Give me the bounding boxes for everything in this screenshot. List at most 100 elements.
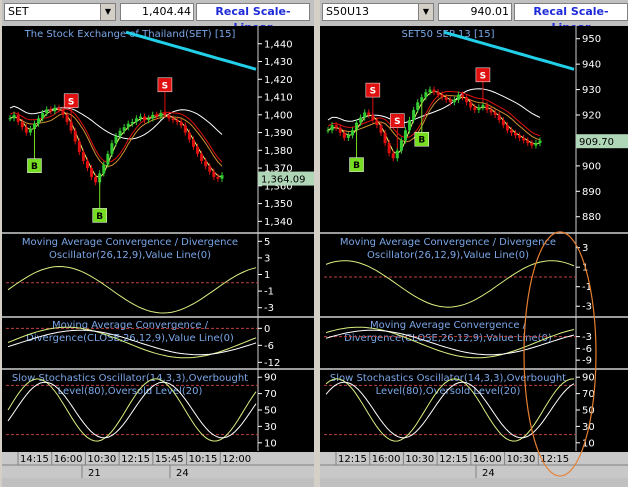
axis-tick-label: 930 <box>582 85 601 96</box>
candle-body <box>138 116 142 119</box>
candle-body <box>395 150 399 159</box>
candle-body <box>24 127 28 133</box>
axis-tick-label: 0 <box>264 324 270 335</box>
pane-title: Moving Average Convergence / Divergence <box>340 237 556 248</box>
left-symbol-select[interactable]: SET ▼ <box>4 3 116 21</box>
time-label: 10:30 <box>405 454 434 465</box>
candle-body <box>163 113 167 115</box>
candle-body <box>196 146 200 154</box>
axis-tick-label: 1,420 <box>264 75 293 86</box>
axis-tick-label: 3 <box>264 253 270 264</box>
sell-signal-label: S <box>480 71 486 81</box>
candle-body <box>399 140 403 151</box>
candle-body <box>106 153 110 165</box>
axis-tick-label: 1,390 <box>264 128 293 139</box>
left-recal-scale-button[interactable]: Recal Scale-Linear <box>196 3 310 34</box>
left-chart-canvas[interactable]: 1,4401,4301,4201,4101,4001,3901,3801,370… <box>2 26 314 478</box>
candle-body <box>90 168 94 177</box>
buy-signal-label: B <box>418 136 425 146</box>
candle-body <box>12 114 16 119</box>
candle-body <box>171 118 175 121</box>
candle-body <box>155 114 159 117</box>
candle-body <box>534 142 538 146</box>
axis-tick-label: -6 <box>582 344 592 355</box>
axis-tick-label: 50 <box>264 406 277 417</box>
right-price-display: 940.01 <box>438 3 512 21</box>
candle-body <box>408 120 412 131</box>
candle-body <box>448 99 452 103</box>
candle-body <box>412 109 416 121</box>
candle-body <box>387 142 391 154</box>
candle-body <box>456 94 460 100</box>
axis-tick-label: 1,410 <box>264 93 293 104</box>
candle-body <box>122 127 126 131</box>
candle-body <box>477 107 481 110</box>
candle-body <box>212 171 216 177</box>
chevron-down-icon[interactable]: ▼ <box>100 4 115 20</box>
candle-body <box>28 129 32 133</box>
time-label: 10:15 <box>189 454 218 465</box>
time-label: 10:30 <box>87 454 116 465</box>
candle-body <box>179 121 183 126</box>
candle-body <box>216 176 220 179</box>
candle-body <box>350 130 354 136</box>
pane-title: Level(80),Oversold Level(20) <box>58 386 203 397</box>
pane-title: Moving Average Convergence / <box>370 320 527 331</box>
candle-body <box>403 130 407 141</box>
candle-body <box>526 140 530 143</box>
candle-body <box>114 136 118 144</box>
candle-body <box>367 112 371 116</box>
candle-body <box>444 97 448 100</box>
axis-tick-label: -1 <box>264 287 274 298</box>
candle-body <box>436 92 440 95</box>
axis-tick-label: 5 <box>264 237 270 248</box>
candle-body <box>8 118 12 120</box>
candle-body <box>208 166 212 172</box>
axis-tick-label: -6 <box>264 341 274 352</box>
candle-body <box>151 114 155 119</box>
time-label: 10:30 <box>507 454 536 465</box>
axis-tick-label: 1,380 <box>264 146 293 157</box>
candle-body <box>538 140 542 143</box>
axis-tick-label: 70 <box>582 389 595 400</box>
left-symbol-value: SET <box>8 5 29 18</box>
candle-body <box>65 114 69 122</box>
candle-body <box>102 164 106 174</box>
axis-tick-label: 1,400 <box>264 110 293 121</box>
axis-tick-label: 920 <box>582 111 601 122</box>
right-chart-canvas[interactable]: 950940930920910900890880SET50 SEP 13 [15… <box>320 26 628 478</box>
right-symbol-select[interactable]: S50U13 ▼ <box>322 3 434 21</box>
time-label: 12:15 <box>121 454 150 465</box>
candle-body <box>440 94 444 98</box>
candle-body <box>522 137 526 141</box>
candle-body <box>159 113 163 117</box>
axis-tick-label: 940 <box>582 60 601 71</box>
pane-title: Oscillator(26,12,9),Value Line(0) <box>49 250 211 261</box>
candle-body <box>85 160 89 169</box>
candle-body <box>391 153 395 159</box>
candle-body <box>346 135 350 138</box>
candle-body <box>383 132 387 143</box>
candle-body <box>489 109 493 113</box>
candle-body <box>167 114 171 119</box>
axis-tick-label: -3 <box>582 302 592 313</box>
time-label: 16:00 <box>54 454 83 465</box>
right-recal-scale-button[interactable]: Recal Scale-Linear <box>514 3 628 34</box>
time-label: 12:00 <box>222 454 251 465</box>
left-toolbar: SET ▼ 1,404.44 Recal Scale-Linear <box>2 0 314 34</box>
candle-body <box>509 130 513 133</box>
axis-tick-label: -12 <box>264 358 280 369</box>
sell-signal-label: S <box>370 87 376 97</box>
axis-tick-label: -9 <box>582 356 592 367</box>
axis-tick-label: 90 <box>264 373 277 384</box>
time-label: 12:15 <box>439 454 468 465</box>
candle-body <box>342 132 346 138</box>
time-label: 15:45 <box>155 454 184 465</box>
axis-tick-label: 900 <box>582 161 601 172</box>
chevron-down-icon[interactable]: ▼ <box>418 4 433 20</box>
last-price-label: 909.70 <box>579 137 614 148</box>
axis-tick-label: 890 <box>582 187 601 198</box>
candle-body <box>147 118 151 121</box>
axis-tick-label: 950 <box>582 34 601 45</box>
candle-body <box>110 143 114 154</box>
